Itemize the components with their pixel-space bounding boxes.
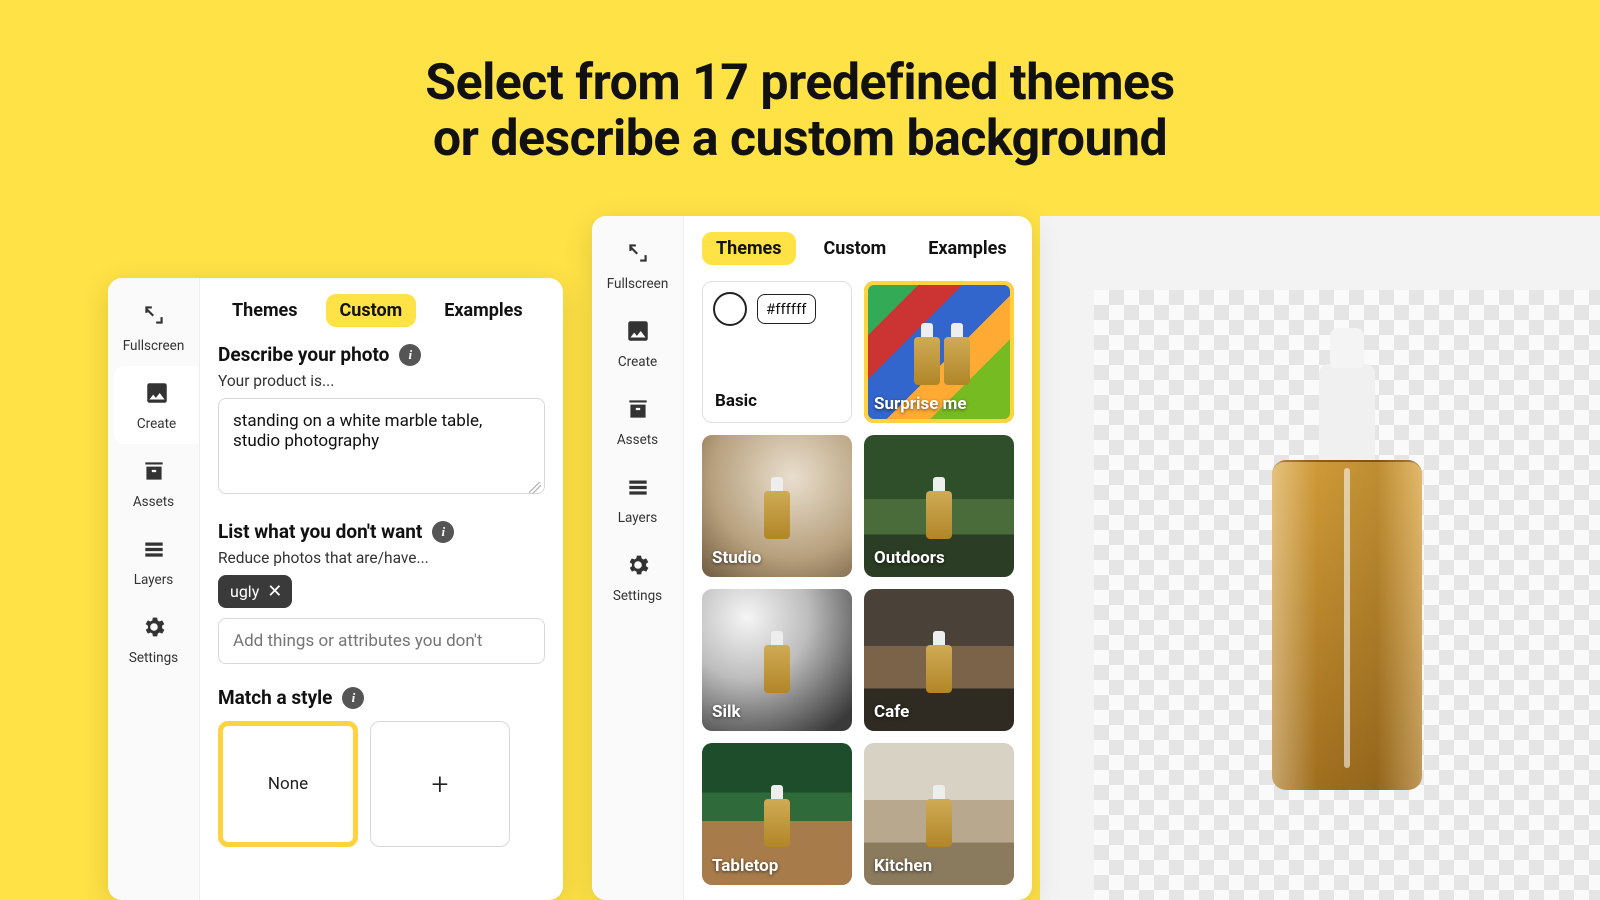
tab-themes[interactable]: Themes xyxy=(702,232,796,265)
custom-content: Themes Custom Examples Describe your pho… xyxy=(200,278,563,900)
sidebar-label: Assets xyxy=(133,494,174,510)
describe-title: Describe your photo xyxy=(218,343,389,366)
tab-custom[interactable]: Custom xyxy=(326,294,417,327)
sidebar-item-settings[interactable]: Settings xyxy=(108,600,199,678)
theme-label: Tabletop xyxy=(712,857,778,877)
themes-content: Themes Custom Examples #ffffff Basic Sur… xyxy=(684,216,1032,900)
theme-label: Outdoors xyxy=(874,549,945,569)
plus-icon: + xyxy=(432,767,449,802)
sidebar-item-layers[interactable]: Layers xyxy=(592,460,683,538)
describe-textarea[interactable] xyxy=(218,398,545,494)
theme-card-silk[interactable]: Silk xyxy=(702,589,852,731)
tab-themes[interactable]: Themes xyxy=(218,294,312,327)
panel-themes: Fullscreen Create Assets Layers Settings xyxy=(592,216,1032,900)
resize-handle-icon[interactable] xyxy=(529,482,541,494)
sidebar-label: Fullscreen xyxy=(607,276,669,292)
tab-examples[interactable]: Examples xyxy=(914,232,1020,265)
headline-line-2: or describe a custom background xyxy=(433,110,1167,168)
theme-card-cafe[interactable]: Cafe xyxy=(864,589,1014,731)
layers-icon xyxy=(141,536,167,566)
exclude-input[interactable] xyxy=(218,618,545,664)
exclude-sublabel: Reduce photos that are/have... xyxy=(218,549,545,567)
sidebar-label: Assets xyxy=(617,432,658,448)
image-icon xyxy=(625,318,651,348)
sidebar-item-settings[interactable]: Settings xyxy=(592,538,683,616)
sidebar-item-fullscreen[interactable]: Fullscreen xyxy=(592,226,683,304)
theme-card-kitchen[interactable]: Kitchen xyxy=(864,743,1014,885)
theme-label: Kitchen xyxy=(874,857,932,877)
info-icon[interactable]: i xyxy=(399,344,421,366)
sidebar: Fullscreen Create Assets Layers Settings xyxy=(592,216,684,900)
sidebar-label: Settings xyxy=(613,588,662,604)
style-title: Match a style xyxy=(218,686,332,709)
exclude-chip[interactable]: ugly ✕ xyxy=(218,575,292,608)
gear-icon xyxy=(141,614,167,644)
style-card-add[interactable]: + xyxy=(370,721,510,847)
info-icon[interactable]: i xyxy=(432,521,454,543)
style-none-label: None xyxy=(268,774,308,794)
sidebar-item-create[interactable]: Create xyxy=(592,304,683,382)
theme-card-tabletop[interactable]: Tabletop xyxy=(702,743,852,885)
gear-icon xyxy=(625,552,651,582)
close-icon[interactable]: ✕ xyxy=(267,583,282,601)
sidebar-label: Layers xyxy=(618,510,658,526)
theme-label: Surprise me xyxy=(874,395,967,415)
sidebar: Fullscreen Create Assets Layers Settings xyxy=(108,278,200,900)
chip-label: ugly xyxy=(230,582,259,601)
sidebar-item-create[interactable]: Create xyxy=(114,366,199,444)
preview-area xyxy=(1040,216,1600,900)
theme-card-outdoors[interactable]: Outdoors xyxy=(864,435,1014,577)
tab-examples[interactable]: Examples xyxy=(430,294,536,327)
preview-canvas[interactable] xyxy=(1094,290,1600,900)
sidebar-label: Settings xyxy=(129,650,178,666)
style-card-none[interactable]: None xyxy=(218,721,358,847)
info-icon[interactable]: i xyxy=(342,687,364,709)
tab-custom[interactable]: Custom xyxy=(810,232,901,265)
theme-card-studio[interactable]: Studio xyxy=(702,435,852,577)
headline: Select from 17 predefined themes or desc… xyxy=(0,0,1600,167)
theme-card-basic[interactable]: #ffffff Basic xyxy=(702,281,852,423)
layers-icon xyxy=(625,474,651,504)
tabs: Themes Custom Examples xyxy=(702,232,1014,265)
describe-sublabel: Your product is... xyxy=(218,372,545,390)
exclude-title: List what you don't want xyxy=(218,520,422,543)
theme-card-surprise[interactable]: Surprise me xyxy=(864,281,1014,423)
fullscreen-icon xyxy=(625,240,651,270)
archive-icon xyxy=(625,396,651,426)
image-icon xyxy=(144,380,170,410)
sidebar-label: Layers xyxy=(134,572,174,588)
sidebar-item-assets[interactable]: Assets xyxy=(592,382,683,460)
sidebar-item-fullscreen[interactable]: Fullscreen xyxy=(108,288,199,366)
color-swatch[interactable] xyxy=(713,292,747,326)
theme-label: Studio xyxy=(712,549,761,569)
sidebar-item-layers[interactable]: Layers xyxy=(108,522,199,600)
fullscreen-icon xyxy=(141,302,167,332)
headline-line-1: Select from 17 predefined themes xyxy=(425,54,1174,112)
theme-label: Cafe xyxy=(874,703,909,723)
hex-input[interactable]: #ffffff xyxy=(757,294,816,324)
sidebar-label: Fullscreen xyxy=(123,338,185,354)
product-bottle[interactable] xyxy=(1272,460,1422,790)
sidebar-label: Create xyxy=(137,416,176,432)
themes-grid: #ffffff Basic Surprise me Studio Outdoor… xyxy=(702,281,1014,885)
tabs: Themes Custom Examples xyxy=(218,294,545,327)
theme-label: Basic xyxy=(715,392,757,412)
sidebar-label: Create xyxy=(618,354,657,370)
sidebar-item-assets[interactable]: Assets xyxy=(108,444,199,522)
panel-custom: Fullscreen Create Assets Layers Settings xyxy=(108,278,563,900)
theme-label: Silk xyxy=(712,703,741,723)
archive-icon xyxy=(141,458,167,488)
